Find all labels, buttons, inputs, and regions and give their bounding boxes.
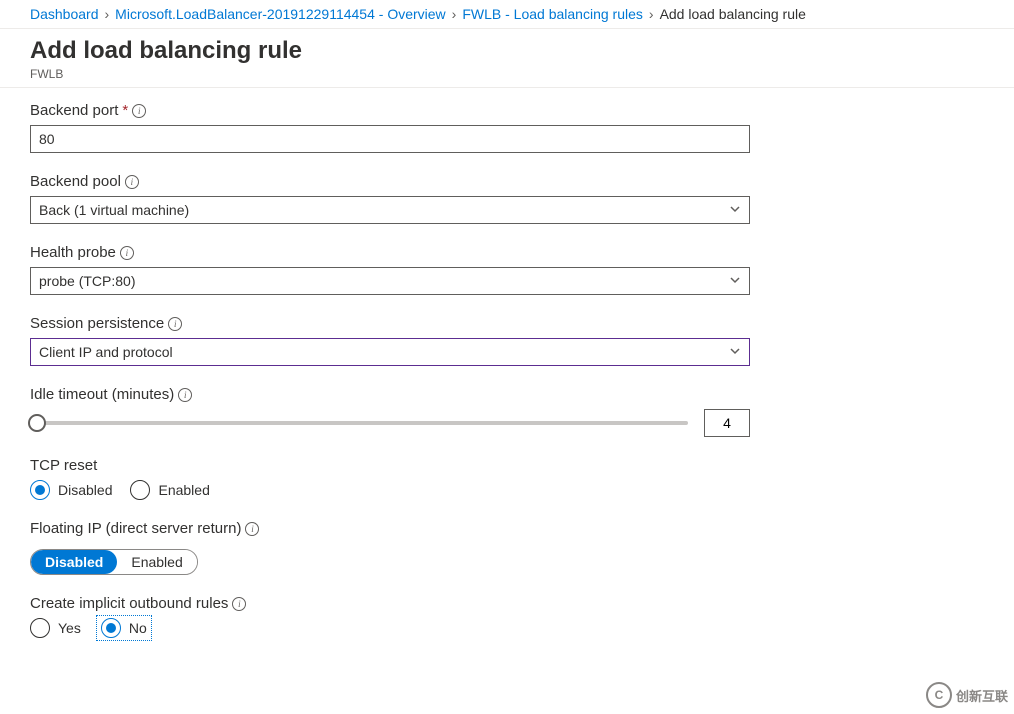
implicit-outbound-yes[interactable]: Yes bbox=[30, 618, 81, 638]
tcp-reset-enabled[interactable]: Enabled bbox=[130, 480, 209, 500]
chevron-right-icon: › bbox=[452, 6, 457, 22]
idle-timeout-slider[interactable] bbox=[30, 421, 688, 425]
chevron-down-icon bbox=[729, 344, 741, 360]
breadcrumb-dashboard[interactable]: Dashboard bbox=[30, 6, 99, 22]
page-subtitle: FWLB bbox=[30, 67, 984, 81]
implicit-outbound-label: Create implicit outbound rules i bbox=[30, 595, 750, 612]
idle-timeout-label: Idle timeout (minutes) i bbox=[30, 386, 750, 403]
field-backend-pool: Backend pool i Back (1 virtual machine) bbox=[30, 173, 750, 224]
info-icon[interactable]: i bbox=[178, 388, 192, 402]
breadcrumb: Dashboard › Microsoft.LoadBalancer-20191… bbox=[0, 0, 1014, 29]
breadcrumb-fwlb-rules[interactable]: FWLB - Load balancing rules bbox=[462, 6, 643, 22]
field-health-probe: Health probe i probe (TCP:80) bbox=[30, 244, 750, 295]
field-idle-timeout: Idle timeout (minutes) i bbox=[30, 386, 750, 437]
idle-timeout-value[interactable] bbox=[704, 409, 750, 437]
floating-ip-label: Floating IP (direct server return) i bbox=[30, 520, 750, 537]
info-icon[interactable]: i bbox=[232, 597, 246, 611]
breadcrumb-loadbalancer-overview[interactable]: Microsoft.LoadBalancer-20191229114454 - … bbox=[115, 6, 446, 22]
chevron-down-icon bbox=[729, 202, 741, 218]
required-marker: * bbox=[122, 102, 128, 119]
radio-icon bbox=[30, 480, 50, 500]
info-icon[interactable]: i bbox=[245, 522, 259, 536]
backend-port-input[interactable] bbox=[30, 125, 750, 153]
field-session-persistence: Session persistence i Client IP and prot… bbox=[30, 315, 750, 366]
tcp-reset-label: TCP reset bbox=[30, 457, 750, 474]
breadcrumb-current: Add load balancing rule bbox=[660, 6, 806, 22]
slider-thumb[interactable] bbox=[28, 414, 46, 432]
radio-icon bbox=[30, 618, 50, 638]
floating-ip-toggle: Disabled Enabled bbox=[30, 549, 198, 575]
info-icon[interactable]: i bbox=[125, 175, 139, 189]
field-tcp-reset: TCP reset Disabled Enabled bbox=[30, 457, 750, 500]
info-icon[interactable]: i bbox=[120, 246, 134, 260]
chevron-right-icon: › bbox=[649, 6, 654, 22]
field-floating-ip: Floating IP (direct server return) i Dis… bbox=[30, 520, 750, 575]
form-body: Backend port * i Backend pool i Back (1 … bbox=[0, 88, 1014, 672]
health-probe-select[interactable]: probe (TCP:80) bbox=[30, 267, 750, 295]
backend-pool-label: Backend pool i bbox=[30, 173, 750, 190]
session-persistence-select[interactable]: Client IP and protocol bbox=[30, 338, 750, 366]
floating-ip-disabled[interactable]: Disabled bbox=[31, 550, 117, 574]
chevron-right-icon: › bbox=[105, 6, 110, 22]
watermark-logo-icon: C bbox=[926, 682, 952, 708]
radio-icon bbox=[130, 480, 150, 500]
info-icon[interactable]: i bbox=[132, 104, 146, 118]
field-backend-port: Backend port * i bbox=[30, 102, 750, 153]
chevron-down-icon bbox=[729, 273, 741, 289]
tcp-reset-disabled[interactable]: Disabled bbox=[30, 480, 112, 500]
session-persistence-label: Session persistence i bbox=[30, 315, 750, 332]
field-implicit-outbound: Create implicit outbound rules i Yes No bbox=[30, 595, 750, 638]
page-title: Add load balancing rule bbox=[30, 37, 984, 65]
backend-pool-select[interactable]: Back (1 virtual machine) bbox=[30, 196, 750, 224]
floating-ip-enabled[interactable]: Enabled bbox=[117, 550, 196, 574]
watermark: C 创新互联 bbox=[926, 682, 1008, 708]
page-header: Add load balancing rule FWLB bbox=[0, 29, 1014, 88]
backend-port-label: Backend port * i bbox=[30, 102, 750, 119]
health-probe-label: Health probe i bbox=[30, 244, 750, 261]
radio-icon bbox=[101, 618, 121, 638]
implicit-outbound-no[interactable]: No bbox=[99, 618, 149, 638]
info-icon[interactable]: i bbox=[168, 317, 182, 331]
